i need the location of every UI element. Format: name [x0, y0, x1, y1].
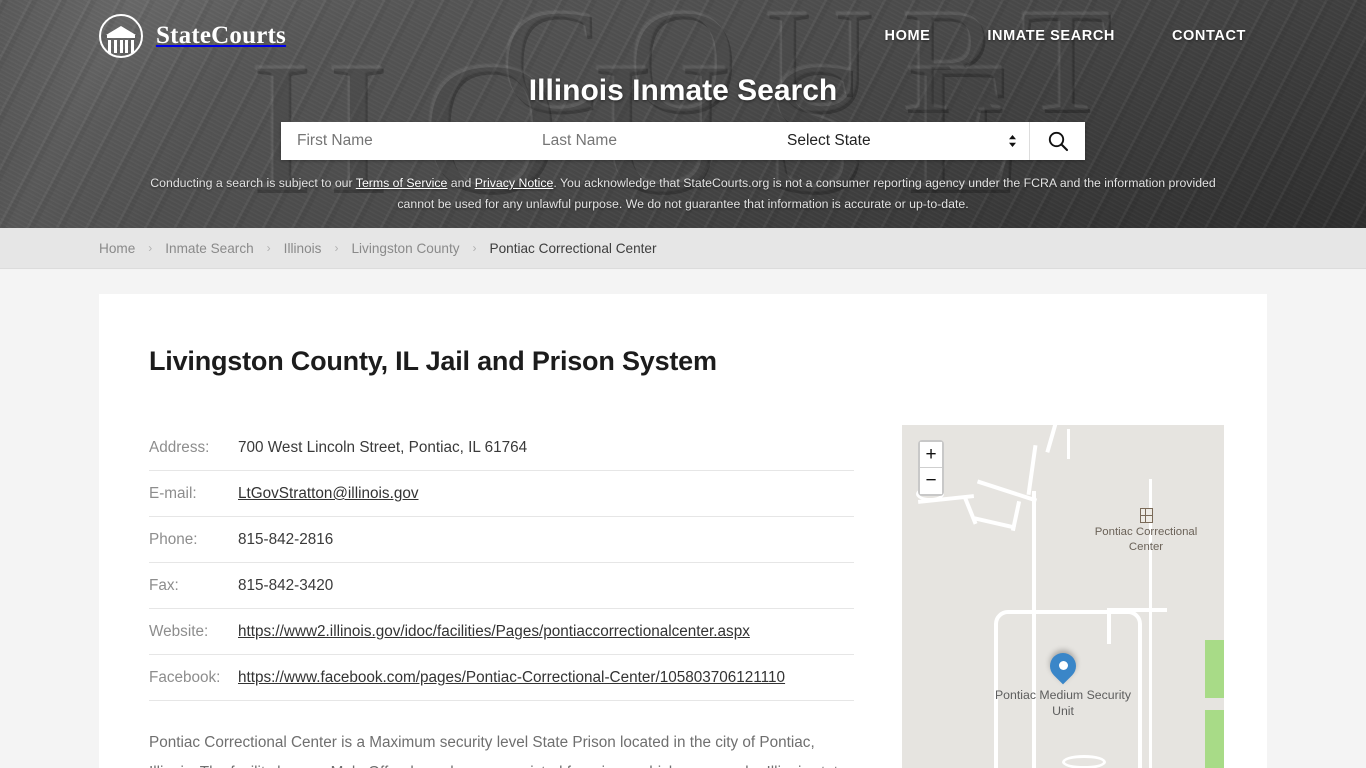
map-marker-label: Pontiac Medium Security Unit — [994, 688, 1131, 718]
courthouse-icon — [99, 14, 143, 58]
map-poi-label: Pontiac Correctional Center — [1094, 526, 1198, 553]
state-select-value: Select State — [787, 132, 871, 149]
facebook-label: Facebook: — [149, 654, 238, 701]
phone-value: 815-842-2816 — [238, 516, 854, 563]
map-road — [1045, 425, 1059, 453]
website-link[interactable]: https://www2.illinois.gov/idoc/facilitie… — [238, 623, 750, 640]
top-navigation-bar: StateCourts HOME INMATE SEARCH CONTACT — [0, 0, 1366, 72]
facility-details-column: Address: 700 West Lincoln Street, Pontia… — [149, 425, 854, 768]
nav-item-contact[interactable]: CONTACT — [1172, 28, 1246, 44]
table-row: Address: 700 West Lincoln Street, Pontia… — [149, 425, 854, 471]
email-value: LtGovStratton@illinois.gov — [238, 470, 854, 517]
site-logo-link[interactable]: StateCourts — [99, 14, 286, 58]
map-road — [1107, 608, 1167, 612]
first-name-input[interactable] — [281, 122, 526, 160]
breadcrumb-item-livingston-county[interactable]: Livingston County › — [351, 241, 489, 256]
breadcrumb-link-inmate-search[interactable]: Inmate Search — [165, 241, 253, 256]
table-row: Fax: 815-842-3420 — [149, 562, 854, 609]
table-row: Facebook: https://www.facebook.com/pages… — [149, 654, 854, 701]
chevron-right-icon: › — [472, 241, 477, 255]
map-road-loop — [1062, 755, 1106, 768]
fax-label: Fax: — [149, 562, 238, 609]
breadcrumb-link-livingston-county[interactable]: Livingston County — [351, 241, 459, 256]
breadcrumb: Home › Inmate Search › Illinois › Living… — [99, 241, 657, 256]
map-road — [974, 516, 1016, 530]
map-green-area — [1205, 640, 1224, 698]
facebook-link[interactable]: https://www.facebook.com/pages/Pontiac-C… — [238, 669, 785, 686]
site-logo-text: StateCourts — [156, 22, 286, 49]
facility-details-table: Address: 700 West Lincoln Street, Pontia… — [149, 425, 854, 701]
inmate-search-form: Select State — [281, 122, 1085, 160]
search-icon — [1047, 130, 1069, 152]
map-green-area — [1205, 710, 1224, 768]
main-nav: HOME INMATE SEARCH CONTACT — [885, 28, 1246, 44]
page-title: Livingston County, IL Jail and Prison Sy… — [149, 346, 717, 376]
map-pin-icon[interactable] — [1044, 647, 1082, 689]
address-label: Address: — [149, 425, 238, 471]
last-name-input[interactable] — [526, 122, 771, 160]
website-label: Website: — [149, 608, 238, 655]
email-label: E-mail: — [149, 470, 238, 517]
chevron-right-icon: › — [148, 241, 153, 255]
map-zoom-out-button[interactable]: − — [920, 468, 942, 494]
website-value: https://www2.illinois.gov/idoc/facilitie… — [238, 608, 854, 655]
privacy-notice-link[interactable]: Privacy Notice — [475, 176, 554, 190]
map-road — [1067, 429, 1070, 459]
map-zoom-controls: + − — [918, 440, 944, 496]
prison-building-icon — [1139, 508, 1153, 523]
email-link[interactable]: LtGovStratton@illinois.gov — [238, 485, 418, 502]
site-header: COURT HOUSE StateCourts HOME INMATE SEAR… — [0, 0, 1366, 228]
chevron-updown-icon — [1008, 134, 1017, 148]
search-disclaimer: Conducting a search is subject to our Te… — [133, 173, 1233, 215]
nav-item-home[interactable]: HOME — [885, 28, 931, 44]
breadcrumb-link-home[interactable]: Home — [99, 241, 135, 256]
fax-value: 815-842-3420 — [238, 562, 854, 609]
table-row: E-mail: LtGovStratton@illinois.gov — [149, 470, 854, 517]
chevron-right-icon: › — [334, 241, 339, 255]
disclaimer-part-1: Conducting a search is subject to our — [150, 176, 356, 190]
content-card: Livingston County, IL Jail and Prison Sy… — [99, 294, 1267, 768]
facility-map[interactable]: + − Pontiac Correctional Center Pontiac … — [902, 425, 1224, 768]
breadcrumb-current-label: Pontiac Correctional Center — [489, 240, 657, 256]
phone-label: Phone: — [149, 516, 238, 563]
map-road — [1107, 608, 1111, 644]
breadcrumb-item-inmate-search[interactable]: Inmate Search › — [165, 241, 283, 256]
map-road — [1026, 444, 1038, 496]
breadcrumb-item-current: Pontiac Correctional Center — [490, 241, 657, 256]
terms-of-service-link[interactable]: Terms of Service — [356, 176, 448, 190]
breadcrumb-item-illinois[interactable]: Illinois › — [284, 241, 352, 256]
table-row: Website: https://www2.illinois.gov/idoc/… — [149, 608, 854, 655]
nav-item-inmate-search[interactable]: INMATE SEARCH — [987, 28, 1115, 44]
map-column: + − Pontiac Correctional Center Pontiac … — [854, 425, 1224, 768]
breadcrumb-item-home[interactable]: Home › — [99, 241, 165, 256]
breadcrumb-link-illinois[interactable]: Illinois — [284, 241, 322, 256]
map-road — [1010, 500, 1022, 532]
facebook-value: https://www.facebook.com/pages/Pontiac-C… — [238, 654, 854, 701]
disclaimer-part-2: and — [447, 176, 475, 190]
breadcrumb-bar: Home › Inmate Search › Illinois › Living… — [0, 228, 1366, 269]
search-submit-button[interactable] — [1030, 122, 1085, 160]
map-poi-pontiac-correctional-center: Pontiac Correctional Center — [1081, 508, 1211, 555]
address-value: 700 West Lincoln Street, Pontiac, IL 617… — [238, 425, 854, 471]
chevron-right-icon: › — [266, 241, 271, 255]
hero-title: Illinois Inmate Search — [528, 74, 838, 107]
state-select[interactable]: Select State — [771, 122, 1030, 160]
map-zoom-in-button[interactable]: + — [920, 442, 942, 468]
table-row: Phone: 815-842-2816 — [149, 516, 854, 563]
facility-description: Pontiac Correctional Center is a Maximum… — [149, 734, 846, 768]
